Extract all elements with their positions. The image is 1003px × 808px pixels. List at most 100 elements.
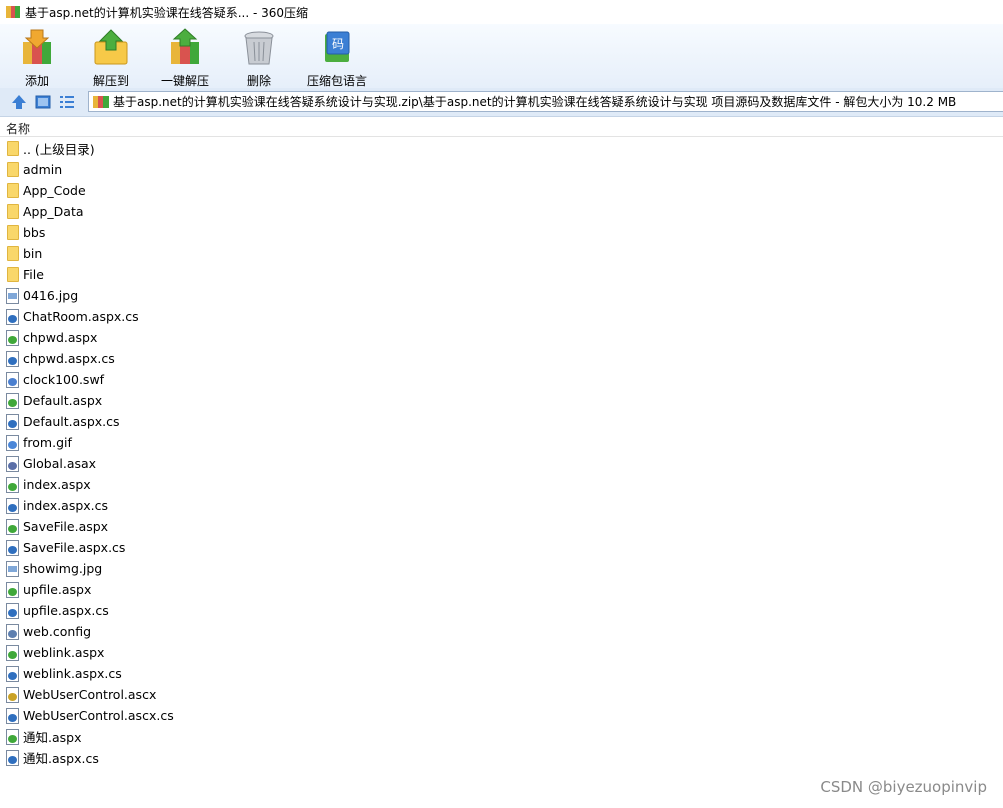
file-row[interactable]: upfile.aspx — [0, 579, 1003, 600]
arrow-up-icon — [12, 95, 26, 109]
file-name: bin — [23, 246, 43, 261]
aspx-file-icon — [6, 518, 19, 535]
path-field[interactable]: 基于asp.net的计算机实验课在线答疑系统设计与实现.zip\基于asp.ne… — [88, 91, 1003, 112]
delete-trash-icon — [239, 28, 279, 68]
file-row[interactable]: from.gif — [0, 432, 1003, 453]
file-name: 0416.jpg — [23, 288, 79, 303]
file-row[interactable]: 0416.jpg — [0, 285, 1003, 306]
file-name: weblink.aspx.cs — [23, 666, 122, 681]
folder-row[interactable]: App_Data — [0, 201, 1003, 222]
file-row[interactable]: weblink.aspx — [0, 642, 1003, 663]
file-row[interactable]: Default.aspx.cs — [0, 411, 1003, 432]
csharp-file-icon — [6, 539, 19, 556]
one-click-extract-button[interactable]: 一键解压 — [148, 24, 222, 88]
file-row[interactable]: Global.asax — [0, 453, 1003, 474]
watermark: CSDN @biyezuopinvip — [820, 778, 987, 796]
thumbnail-view-button[interactable] — [32, 91, 54, 113]
aspx-file-icon — [6, 728, 19, 745]
file-row[interactable]: clock100.swf — [0, 369, 1003, 390]
asax-file-icon — [6, 455, 19, 472]
folder-row[interactable]: bbs — [0, 222, 1003, 243]
folder-row[interactable]: bin — [0, 243, 1003, 264]
folder-row[interactable]: .. (上级目录) — [0, 138, 1003, 159]
aspx-file-icon — [6, 392, 19, 409]
csharp-file-icon — [6, 350, 19, 367]
file-row[interactable]: showimg.jpg — [0, 558, 1003, 579]
file-row[interactable]: SaveFile.aspx — [0, 516, 1003, 537]
zip-archive-icon — [93, 95, 109, 109]
file-row[interactable]: WebUserControl.ascx.cs — [0, 705, 1003, 726]
extract-to-button-label: 解压到 — [92, 74, 129, 88]
file-name: bbs — [23, 225, 46, 240]
folder-icon — [7, 267, 19, 282]
add-button[interactable]: 添加 — [0, 24, 74, 88]
file-name: Global.asax — [23, 456, 97, 471]
path-text: 基于asp.net的计算机实验课在线答疑系统设计与实现.zip\基于asp.ne… — [113, 95, 957, 109]
file-row[interactable]: 通知.aspx — [0, 726, 1003, 747]
file-row[interactable]: WebUserControl.ascx — [0, 684, 1003, 705]
up-level-button[interactable] — [8, 91, 30, 113]
add-button-label: 添加 — [24, 74, 49, 88]
csharp-file-icon — [6, 749, 19, 766]
column-name-header[interactable]: 名称 — [6, 120, 30, 137]
folder-icon — [7, 183, 19, 198]
folder-icon — [7, 246, 19, 261]
zip-archive-icon — [5, 4, 21, 20]
window-title: 基于asp.net的计算机实验课在线答疑系... - 360压缩 — [25, 5, 309, 20]
file-row[interactable]: Default.aspx — [0, 390, 1003, 411]
one-click-extract-button-label: 一键解压 — [160, 74, 209, 88]
file-row[interactable]: web.config — [0, 621, 1003, 642]
file-name: clock100.swf — [23, 372, 105, 387]
csharp-file-icon — [6, 602, 19, 619]
file-name: Default.aspx.cs — [23, 414, 120, 429]
folder-icon — [7, 162, 19, 177]
file-row[interactable]: ChatRoom.aspx.cs — [0, 306, 1003, 327]
file-name: SaveFile.aspx.cs — [23, 540, 126, 555]
archive-language-icon: 码 — [317, 28, 357, 68]
folder-row[interactable]: admin — [0, 159, 1003, 180]
thumbnail-view-icon — [35, 95, 51, 109]
folder-row[interactable]: App_Code — [0, 180, 1003, 201]
file-name: chpwd.aspx.cs — [23, 351, 115, 366]
list-view-icon — [60, 96, 74, 108]
aspx-file-icon — [6, 644, 19, 661]
extract-to-button[interactable]: 解压到 — [74, 24, 148, 88]
file-name: showimg.jpg — [23, 561, 103, 576]
file-name: SaveFile.aspx — [23, 519, 109, 534]
ascx-file-icon — [6, 686, 19, 703]
title-bar: 基于asp.net的计算机实验课在线答疑系... - 360压缩 — [0, 0, 1003, 24]
file-row[interactable]: chpwd.aspx — [0, 327, 1003, 348]
csharp-file-icon — [6, 413, 19, 430]
file-name: web.config — [23, 624, 92, 639]
column-header: 名称 — [0, 117, 1003, 137]
delete-button[interactable]: 删除 — [222, 24, 296, 88]
list-view-button[interactable] — [56, 91, 78, 113]
file-row[interactable]: SaveFile.aspx.cs — [0, 537, 1003, 558]
file-name: admin — [23, 162, 63, 177]
file-name: index.aspx — [23, 477, 91, 492]
file-name: upfile.aspx.cs — [23, 603, 109, 618]
file-name: index.aspx.cs — [23, 498, 109, 513]
archive-language-button-label: 压缩包语言 — [306, 74, 367, 88]
archive-language-button[interactable]: 码 压缩包语言 — [296, 24, 378, 88]
file-row[interactable]: weblink.aspx.cs — [0, 663, 1003, 684]
file-name: App_Data — [23, 204, 84, 219]
file-name: App_Code — [23, 183, 86, 198]
image-file-icon — [6, 560, 19, 577]
folder-row[interactable]: File — [0, 264, 1003, 285]
file-row[interactable]: index.aspx.cs — [0, 495, 1003, 516]
image-file-icon — [6, 287, 19, 304]
file-row[interactable]: chpwd.aspx.cs — [0, 348, 1003, 369]
address-bar: 基于asp.net的计算机实验课在线答疑系统设计与实现.zip\基于asp.ne… — [0, 88, 1003, 117]
svg-text:码: 码 — [332, 37, 344, 51]
one-click-extract-icon — [165, 28, 205, 68]
file-row[interactable]: index.aspx — [0, 474, 1003, 495]
file-name: chpwd.aspx — [23, 330, 98, 345]
file-name: from.gif — [23, 435, 72, 450]
file-row[interactable]: 通知.aspx.cs — [0, 747, 1003, 768]
file-name: WebUserControl.ascx — [23, 687, 157, 702]
file-name: ChatRoom.aspx.cs — [23, 309, 139, 324]
file-name: upfile.aspx — [23, 582, 92, 597]
folder-icon — [7, 204, 19, 219]
file-row[interactable]: upfile.aspx.cs — [0, 600, 1003, 621]
